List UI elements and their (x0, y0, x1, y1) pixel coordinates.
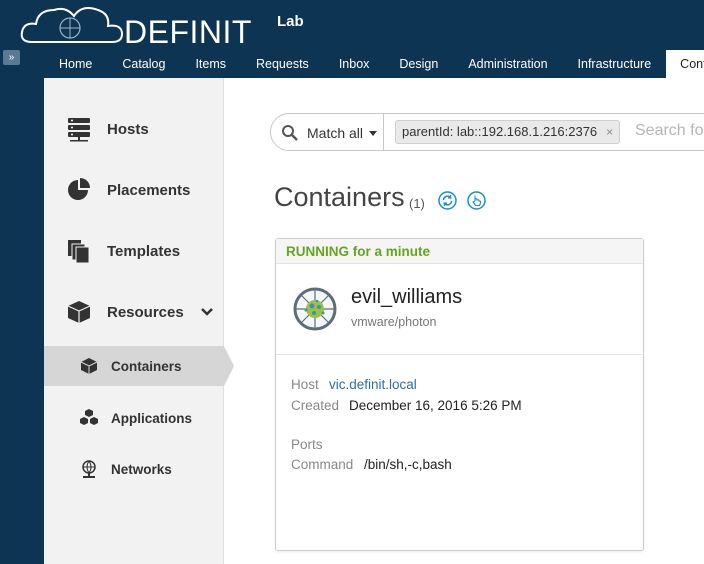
sidebar-item-placements[interactable]: Placements (44, 170, 224, 210)
top-header: DEFINIT Lab » Home Catalog Items Request… (0, 0, 704, 78)
active-indicator (224, 346, 234, 386)
host-link[interactable]: vic.definit.local (329, 377, 417, 392)
created-value: December 16, 2016 5:26 PM (349, 398, 522, 413)
cubes-icon (80, 409, 98, 425)
sidebar-item-hosts[interactable]: Hosts (44, 109, 224, 149)
tab-requests[interactable]: Requests (241, 50, 324, 78)
container-status: RUNNING for a minute (286, 244, 431, 259)
ports-label: Ports (291, 437, 323, 452)
container-card[interactable]: RUNNING for a minute evil_williams vmwar… (275, 238, 644, 551)
filter-chip: parentId: lab::192.168.1.216:2376 × (395, 120, 621, 144)
cube-icon (80, 358, 98, 374)
sidebar-item-label: Hosts (107, 120, 149, 138)
page-title: Containers (274, 182, 405, 212)
caret-down-icon[interactable] (369, 131, 377, 136)
pie-chart-icon (68, 178, 90, 200)
cloud-logo-icon (20, 7, 124, 43)
sidebar-item-label: Templates (107, 242, 181, 260)
tab-items[interactable]: Items (180, 50, 241, 78)
sidebar-item-label: Applications (111, 410, 193, 426)
match-all-dropdown[interactable]: Match all (307, 125, 363, 141)
tab-infrastructure[interactable]: Infrastructure (563, 50, 667, 78)
main-nav: Home Catalog Items Requests Inbox Design… (44, 50, 704, 78)
sidebar-item-containers[interactable]: Containers (44, 346, 234, 386)
command-value: /bin/sh,-c,bash (364, 457, 452, 472)
sidebar-item-networks[interactable]: Networks (44, 449, 224, 489)
sidebar-item-templates[interactable]: Templates (44, 231, 224, 271)
sidebar-item-label: Containers (111, 358, 182, 374)
sidebar-item-label: Placements (107, 181, 191, 199)
tab-inbox[interactable]: Inbox (324, 50, 385, 78)
sidebar-item-label: Networks (111, 461, 172, 477)
brand-name: DEFINIT (124, 14, 252, 50)
sidebar: Hosts Placements Templates Resources Con (44, 78, 234, 564)
expand-sidebar-button[interactable]: » (3, 50, 20, 65)
search-icon (282, 125, 298, 141)
card-status-bar: RUNNING for a minute (276, 239, 643, 264)
container-name: evil_williams (351, 286, 463, 308)
server-icon (68, 118, 90, 142)
sidebar-item-applications[interactable]: Applications (44, 398, 224, 438)
tenant-name: Lab (277, 13, 304, 30)
tab-administration[interactable]: Administration (453, 50, 562, 78)
container-count: (1) (409, 196, 425, 211)
photon-logo-icon (293, 287, 337, 331)
search-input[interactable]: Search fo (635, 122, 703, 140)
globe-network-icon (82, 460, 96, 478)
search-divider (383, 114, 384, 150)
tab-containers[interactable]: Contair (666, 50, 704, 78)
tab-home[interactable]: Home (44, 50, 107, 78)
left-collapsed-strip (0, 78, 44, 564)
filter-chip-label: parentId: lab::192.168.1.216:2376 (402, 124, 598, 139)
refresh-icon[interactable] (438, 191, 457, 210)
remove-filter-button[interactable]: × (606, 121, 613, 143)
sidebar-item-resources[interactable]: Resources (44, 292, 224, 332)
container-image: vmware/photon (351, 315, 437, 329)
tab-design[interactable]: Design (384, 50, 453, 78)
search-bar: Match all parentId: lab::192.168.1.216:2… (270, 113, 704, 151)
host-label: Host (291, 377, 319, 392)
created-label: Created (291, 398, 340, 413)
select-mode-icon[interactable] (467, 191, 486, 210)
card-divider (276, 354, 643, 355)
copy-icon (68, 240, 90, 264)
box-icon (67, 301, 91, 323)
command-label: Command (291, 457, 354, 472)
sidebar-item-label: Resources (107, 303, 184, 321)
chevron-down-icon[interactable] (200, 305, 214, 319)
tab-catalog[interactable]: Catalog (107, 50, 180, 78)
